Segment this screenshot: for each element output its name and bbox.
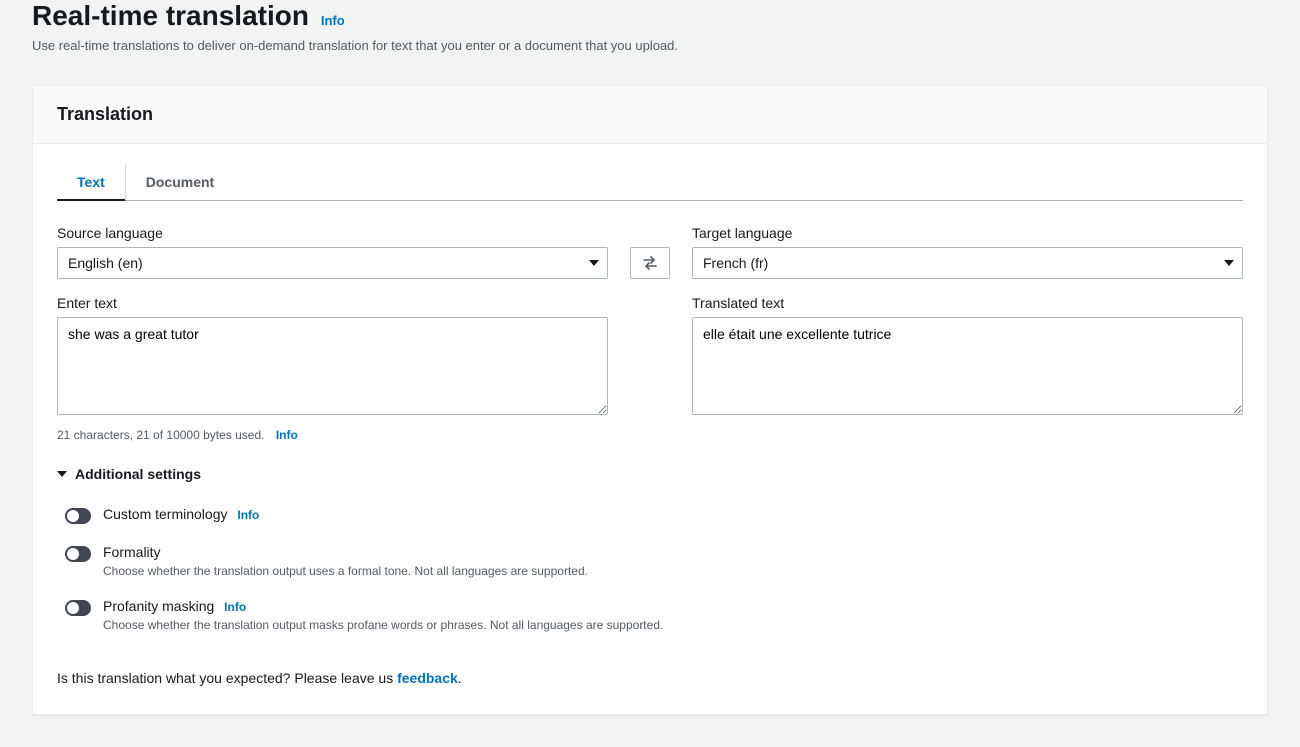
setting-label: Custom terminology (103, 506, 228, 522)
tab-text[interactable]: Text (57, 164, 126, 200)
translated-text-label: Translated text (692, 295, 1243, 311)
translation-panel: Translation Text Document Source languag… (32, 85, 1268, 715)
source-text-input[interactable] (57, 317, 608, 415)
page-info-link[interactable]: Info (321, 13, 345, 28)
caret-down-icon (1224, 260, 1234, 266)
panel-title: Translation (57, 104, 1243, 125)
setting-desc: Choose whether the translation output ma… (103, 618, 1243, 632)
toggle-custom-terminology[interactable] (65, 508, 91, 524)
page-description: Use real-time translations to deliver on… (32, 38, 1268, 53)
feedback-suffix: . (458, 670, 462, 686)
character-counter: 21 characters, 21 of 10000 bytes used. I… (57, 428, 1243, 442)
setting-profanity-masking: Profanity masking Info Choose whether th… (65, 588, 1243, 642)
swap-icon (642, 256, 658, 270)
source-language-value: English (en) (68, 255, 143, 271)
tabs: Text Document (57, 164, 1243, 201)
setting-custom-terminology: Custom terminology Info (65, 496, 1243, 534)
target-column: Target language French (fr) Translated t… (692, 225, 1243, 418)
setting-label: Profanity masking (103, 598, 214, 614)
translated-text-output[interactable] (692, 317, 1243, 415)
target-language-select[interactable]: French (fr) (692, 247, 1243, 279)
setting-desc: Choose whether the translation output us… (103, 564, 1243, 578)
toggle-formality[interactable] (65, 546, 91, 562)
feedback-prefix: Is this translation what you expected? P… (57, 670, 397, 686)
source-column: Source language English (en) Enter text (57, 225, 608, 418)
caret-down-icon (57, 471, 67, 477)
page-title: Real-time translation (32, 0, 309, 31)
counter-text: 21 characters, 21 of 10000 bytes used. (57, 428, 264, 442)
feedback-link[interactable]: feedback (397, 670, 458, 686)
panel-header: Translation (33, 86, 1267, 144)
tab-document[interactable]: Document (126, 164, 234, 200)
swap-column (620, 225, 680, 279)
swap-languages-button[interactable] (630, 247, 670, 279)
source-language-label: Source language (57, 225, 608, 241)
setting-formality: Formality Choose whether the translation… (65, 534, 1243, 588)
source-language-select[interactable]: English (en) (57, 247, 608, 279)
caret-down-icon (589, 260, 599, 266)
additional-settings-toggle[interactable]: Additional settings (57, 466, 1243, 482)
setting-info-link[interactable]: Info (237, 508, 259, 522)
enter-text-label: Enter text (57, 295, 608, 311)
counter-info-link[interactable]: Info (276, 428, 298, 442)
toggle-profanity-masking[interactable] (65, 600, 91, 616)
target-language-value: French (fr) (703, 255, 768, 271)
settings-list: Custom terminology Info Formality Choose… (57, 496, 1243, 642)
target-language-label: Target language (692, 225, 1243, 241)
setting-label: Formality (103, 544, 161, 560)
setting-info-link[interactable]: Info (224, 600, 246, 614)
additional-settings-label: Additional settings (75, 466, 201, 482)
feedback-line: Is this translation what you expected? P… (57, 670, 1243, 686)
